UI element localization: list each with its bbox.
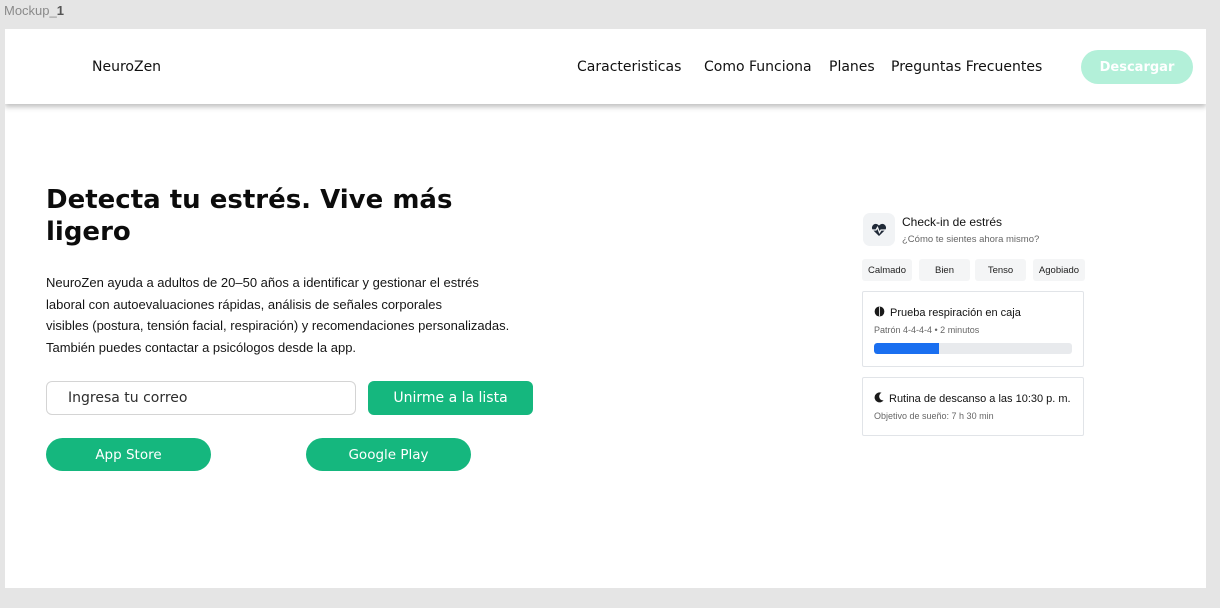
- hero-description-line: NeuroZen ayuda a adultos de 20–50 años a…: [46, 275, 479, 290]
- frame-label: Mockup_1: [4, 3, 64, 18]
- nav-link-preguntas-frecuentes[interactable]: Preguntas Frecuentes: [891, 59, 1042, 75]
- page-frame: NeuroZen Caracteristicas Como Funciona P…: [5, 29, 1206, 588]
- breathing-progress-fill: [874, 343, 940, 354]
- nav-link-caracteristicas[interactable]: Caracteristicas: [577, 59, 681, 75]
- moon-icon: [874, 392, 884, 406]
- rest-title-text: Rutina de descanso a las 10:30 p. m.: [889, 393, 1071, 405]
- mood-option-agobiado[interactable]: Agobiado: [1033, 259, 1085, 281]
- email-input[interactable]: [46, 381, 356, 415]
- mood-option-tenso[interactable]: Tenso: [975, 259, 1026, 281]
- breathing-card-title: Prueba respiración en caja: [874, 306, 1021, 320]
- checkin-subtitle: ¿Cómo te sientes ahora mismo?: [902, 234, 1040, 245]
- nav-link-planes[interactable]: Planes: [829, 59, 875, 75]
- hero-description-line: También puedes contactar a psicólogos de…: [46, 339, 357, 355]
- nav-link-como-funciona[interactable]: Como Funciona: [704, 59, 812, 75]
- brain-icon: [874, 306, 885, 320]
- join-waitlist-button[interactable]: Unirme a la lista: [368, 381, 533, 415]
- navbar: NeuroZen Caracteristicas Como Funciona P…: [5, 29, 1206, 104]
- hero-title: Detecta tu estrés. Vive más ligero: [46, 185, 453, 247]
- breathing-card-subtitle: Patrón 4-4-4-4 • 2 minutos: [874, 325, 980, 335]
- checkin-title: Check-in de estrés: [902, 215, 1003, 229]
- download-button[interactable]: Descargar: [1081, 50, 1193, 84]
- hero-description-line: visibles (postura, tensión facial, respi…: [46, 318, 510, 333]
- mood-option-calmado[interactable]: Calmado: [862, 259, 912, 281]
- google-play-button[interactable]: Google Play: [306, 438, 471, 471]
- app-store-button[interactable]: App Store: [46, 438, 211, 471]
- breathing-title-text: Prueba respiración en caja: [890, 307, 1021, 319]
- hero-description-line: laboral con autoevaluaciones rápidas, an…: [46, 296, 443, 312]
- heart-pulse-icon: [863, 213, 895, 246]
- mood-option-bien[interactable]: Bien: [919, 259, 970, 281]
- brand-logo[interactable]: NeuroZen: [92, 59, 161, 75]
- breathing-card[interactable]: Prueba respiración en caja Patrón 4-4-4-…: [862, 291, 1084, 367]
- breathing-progress-bar: [874, 343, 1072, 354]
- rest-card-subtitle: Objetivo de sueño: 7 h 30 min: [874, 411, 994, 421]
- rest-card-title: Rutina de descanso a las 10:30 p. m.: [874, 392, 1071, 406]
- hero-description: NeuroZen ayuda a adultos de 20–50 años a…: [46, 272, 509, 358]
- rest-routine-card[interactable]: Rutina de descanso a las 10:30 p. m. Obj…: [862, 377, 1084, 436]
